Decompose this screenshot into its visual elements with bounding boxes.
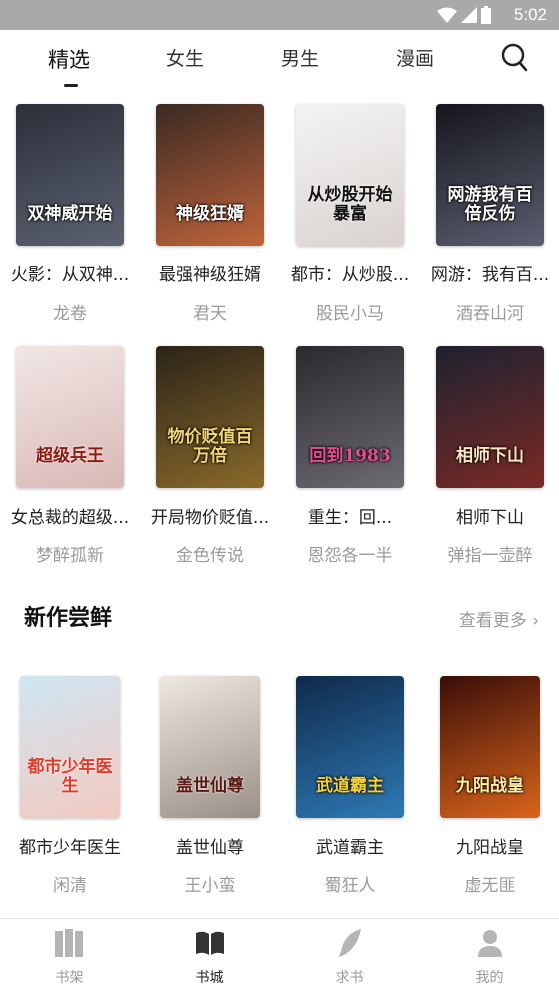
book-cover: 九阳战皇 bbox=[440, 676, 540, 818]
book-author: 恩怨各一半 bbox=[307, 546, 393, 566]
signal-icon bbox=[461, 7, 477, 23]
book-cover: 从炒股开始暴富 bbox=[296, 104, 404, 246]
cover-title: 都市少年医生 bbox=[27, 757, 113, 796]
cover-title: 相师下山 bbox=[456, 446, 524, 466]
tab-featured[interactable]: 精选 bbox=[24, 44, 114, 74]
search-icon bbox=[501, 43, 528, 72]
book-cover: 都市少年医生 bbox=[20, 676, 120, 818]
book-author: 梦醉孤新 bbox=[36, 546, 104, 566]
book-author: 弹指一壶醉 bbox=[447, 546, 533, 566]
battery-icon bbox=[481, 6, 491, 24]
nav-profile[interactable]: 我的 bbox=[420, 919, 559, 996]
nav-label: 书架 bbox=[55, 970, 84, 986]
book-cover: 物价贬值百万倍 bbox=[156, 346, 264, 488]
book-cover: 回到1983 bbox=[296, 346, 404, 488]
tab-comics[interactable]: 漫画 bbox=[370, 44, 460, 71]
book-title: 武道霸主 bbox=[316, 838, 384, 858]
book-title: 都市：从炒股... bbox=[290, 265, 410, 285]
book-author: 虚无匪 bbox=[464, 876, 516, 896]
nav-bookshelf[interactable]: 书架 bbox=[0, 919, 139, 996]
book-title: 火影：从双神... bbox=[10, 265, 130, 285]
book-cover: 盖世仙尊 bbox=[160, 676, 260, 818]
cover-title: 神级狂婿 bbox=[176, 204, 244, 224]
wifi-icon bbox=[437, 7, 457, 23]
book-title: 盖世仙尊 bbox=[176, 838, 244, 858]
book-cover: 神级狂婿 bbox=[156, 104, 264, 246]
section-title: 新作尝鲜 bbox=[24, 606, 113, 631]
book-author: 酒吞山河 bbox=[456, 304, 524, 324]
book-author: 蜀狂人 bbox=[324, 876, 376, 896]
book-title: 九阳战皇 bbox=[456, 838, 524, 858]
nav-label: 我的 bbox=[475, 970, 504, 986]
book-title: 最强神级狂婿 bbox=[159, 265, 261, 285]
cover-title: 盖世仙尊 bbox=[176, 776, 244, 796]
cover-title: 网游我有百倍反伤 bbox=[447, 185, 533, 224]
book-author: 闲清 bbox=[53, 876, 87, 896]
book-author: 王小蛮 bbox=[184, 876, 236, 896]
book-title: 开局物价贬值... bbox=[150, 508, 270, 528]
book-cover: 网游我有百倍反伤 bbox=[436, 104, 544, 246]
nav-bookstore[interactable]: 书城 bbox=[140, 919, 279, 996]
book-cover: 超级兵王 bbox=[16, 346, 124, 488]
tab-male[interactable]: 男生 bbox=[255, 44, 345, 71]
tab-female[interactable]: 女生 bbox=[140, 44, 230, 71]
status-icons bbox=[437, 6, 491, 24]
person-icon bbox=[478, 930, 502, 957]
status-bar: 5:02 bbox=[0, 0, 559, 30]
cover-title: 从炒股开始暴富 bbox=[307, 185, 393, 224]
book-cover: 武道霸主 bbox=[296, 676, 404, 818]
search-button[interactable] bbox=[500, 42, 528, 72]
nav-request-book[interactable]: 求书 bbox=[280, 919, 419, 996]
book-cover: 双神威开始 bbox=[16, 104, 124, 246]
cover-title: 九阳战皇 bbox=[456, 776, 524, 796]
bookshelf-icon bbox=[55, 929, 83, 957]
nav-label: 书城 bbox=[195, 970, 224, 986]
active-tab-indicator bbox=[64, 84, 78, 87]
cover-title: 回到1983 bbox=[309, 446, 391, 466]
book-title: 都市少年医生 bbox=[19, 838, 121, 858]
see-more-link[interactable]: 查看更多 › bbox=[459, 606, 539, 631]
book-title: 网游：我有百... bbox=[430, 265, 550, 285]
bottom-navigation: 书架 书城 求书 我的 bbox=[0, 918, 559, 996]
book-author: 龙卷 bbox=[53, 304, 87, 324]
book-author: 君天 bbox=[193, 304, 227, 324]
feather-icon bbox=[339, 929, 361, 957]
book-author: 股民小马 bbox=[316, 304, 384, 324]
book-open-icon bbox=[196, 931, 224, 955]
book-title: 女总裁的超级... bbox=[10, 508, 130, 528]
cover-title: 超级兵王 bbox=[36, 446, 104, 466]
status-time: 5:02 bbox=[513, 5, 547, 24]
cover-title: 武道霸主 bbox=[316, 776, 384, 796]
book-cover: 相师下山 bbox=[436, 346, 544, 488]
book-author: 金色传说 bbox=[176, 546, 244, 566]
top-tab-bar: 精选 女生 男生 漫画 bbox=[0, 30, 559, 100]
nav-label: 求书 bbox=[335, 970, 364, 986]
cover-title: 双神威开始 bbox=[27, 204, 113, 224]
cover-title: 物价贬值百万倍 bbox=[167, 427, 253, 466]
book-title: 重生：回... bbox=[307, 508, 393, 528]
book-title: 相师下山 bbox=[456, 508, 524, 528]
